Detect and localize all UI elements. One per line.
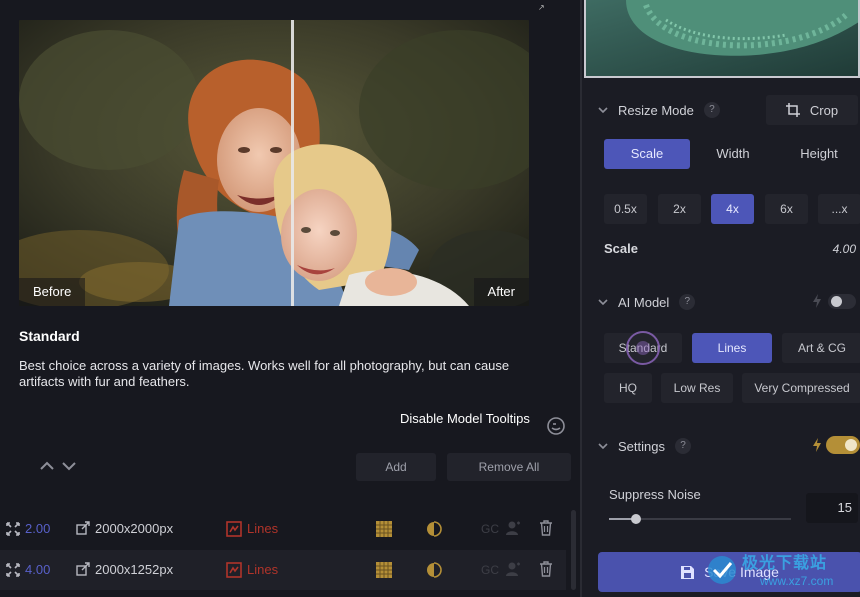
tab-scale[interactable]: Scale: [604, 139, 690, 169]
resize-mode-header[interactable]: Resize Mode ?: [598, 100, 720, 120]
model-option-very-compressed[interactable]: Very Compressed: [742, 373, 860, 403]
export-icon: [76, 562, 90, 576]
ai-model-title: AI Model: [618, 294, 670, 310]
lines-model-icon: [226, 562, 242, 578]
chevron-down-icon: [598, 443, 608, 450]
suppress-noise-input[interactable]: 15: [806, 493, 858, 523]
chevron-down-icon: [598, 299, 608, 306]
export-icon: [76, 521, 90, 535]
row-scale: 2.00: [25, 521, 51, 536]
gc-badge: GC: [481, 563, 499, 577]
model-option-art-cg[interactable]: Art & CG: [782, 333, 860, 363]
row-size: 2000x1252px: [95, 562, 174, 577]
model-option-low-res[interactable]: Low Res: [661, 373, 733, 403]
tab-height[interactable]: Height: [776, 139, 860, 169]
compare-half-icon[interactable]: [426, 562, 442, 578]
crop-button[interactable]: Crop: [766, 95, 858, 125]
grid-pattern-icon[interactable]: [376, 562, 392, 578]
remove-all-button[interactable]: Remove All: [447, 453, 571, 481]
settings-title: Settings: [618, 438, 665, 454]
model-description: Best choice across a variety of images. …: [19, 358, 510, 389]
tab-width[interactable]: Width: [690, 139, 776, 169]
toggle-knob: [831, 296, 842, 307]
expand-arrows-icon: [6, 522, 20, 536]
gc-badge: GC: [481, 522, 499, 536]
compare-half-icon[interactable]: [426, 521, 442, 537]
model-option-hq[interactable]: HQ: [604, 373, 652, 403]
crop-label: Crop: [809, 102, 839, 118]
scale-label: Scale: [604, 241, 638, 256]
thumbnail-image: [586, 0, 858, 76]
scale-option-2x[interactable]: 2x: [658, 194, 701, 224]
feedback-smile-icon[interactable]: [546, 416, 566, 436]
face-recovery-icon[interactable]: [505, 561, 521, 577]
face-recovery-icon[interactable]: [505, 520, 521, 536]
queue-sort-arrows: [38, 459, 78, 473]
navigator-thumbnail[interactable]: [584, 0, 860, 78]
resize-mode-title: Resize Mode: [618, 102, 694, 118]
watermark-url: www.xz7.com: [760, 574, 834, 588]
scale-option-6x[interactable]: 6x: [765, 194, 808, 224]
slider-handle[interactable]: [631, 514, 642, 524]
help-icon[interactable]: ?: [674, 438, 691, 454]
before-after-preview[interactable]: Before After: [19, 20, 529, 306]
scale-option-4x[interactable]: 4x: [711, 194, 754, 224]
chevron-up-icon[interactable]: [38, 459, 56, 473]
watermark-text: 极光下载站: [742, 555, 828, 572]
row-model: Lines: [247, 562, 279, 577]
ai-model-header[interactable]: AI Model ?: [598, 292, 696, 312]
scale-value[interactable]: 4.00: [833, 242, 856, 256]
help-icon[interactable]: ?: [679, 294, 696, 310]
preview-panel: Before After ↗ Standard Best choice acro…: [0, 0, 580, 597]
settings-toggle[interactable]: [826, 436, 860, 454]
chevron-down-icon: [598, 107, 608, 114]
queue-scrollbar[interactable]: [571, 510, 576, 590]
disable-tooltips-link[interactable]: Disable Model Tooltips: [400, 411, 530, 426]
before-label: Before: [19, 278, 86, 306]
toggle-knob: [845, 439, 857, 451]
model-title: Standard: [19, 328, 80, 344]
table-row[interactable]: 4.00 2000x1252px Lines GC: [0, 550, 566, 590]
expand-arrows-icon: [6, 563, 20, 577]
row-model: Lines: [247, 521, 279, 536]
settings-header[interactable]: Settings ?: [598, 436, 691, 456]
row-size: 2000x2000px: [95, 521, 174, 536]
split-divider[interactable]: [291, 20, 294, 306]
chevron-down-icon[interactable]: [60, 459, 78, 473]
lines-model-icon: [226, 521, 242, 537]
add-button[interactable]: Add: [356, 453, 436, 481]
preview-photo: [19, 20, 529, 306]
save-icon: [681, 565, 695, 579]
model-option-lines[interactable]: Lines: [692, 333, 772, 363]
scale-option-0-5x[interactable]: 0.5x: [604, 194, 647, 224]
trash-icon[interactable]: [539, 520, 553, 536]
suppress-noise-label: Suppress Noise: [609, 487, 701, 502]
settings-panel: Resize Mode ? Crop Scale Width Height 0.…: [580, 0, 860, 597]
scale-option-custom[interactable]: ...x: [818, 194, 860, 224]
grid-pattern-icon[interactable]: [376, 521, 392, 537]
row-scale: 4.00: [25, 562, 51, 577]
trash-icon[interactable]: [539, 561, 553, 577]
click-indicator: [626, 331, 660, 365]
crop-icon: [785, 103, 800, 117]
bolt-icon: [813, 294, 821, 308]
ai-model-toggle[interactable]: [828, 294, 856, 309]
table-row[interactable]: 2.00 2000x2000px Lines GC: [0, 509, 566, 549]
bolt-icon: [813, 438, 821, 452]
help-icon[interactable]: ?: [703, 102, 720, 118]
expand-corner-icon[interactable]: ↗: [538, 3, 545, 12]
after-label: After: [473, 278, 529, 306]
